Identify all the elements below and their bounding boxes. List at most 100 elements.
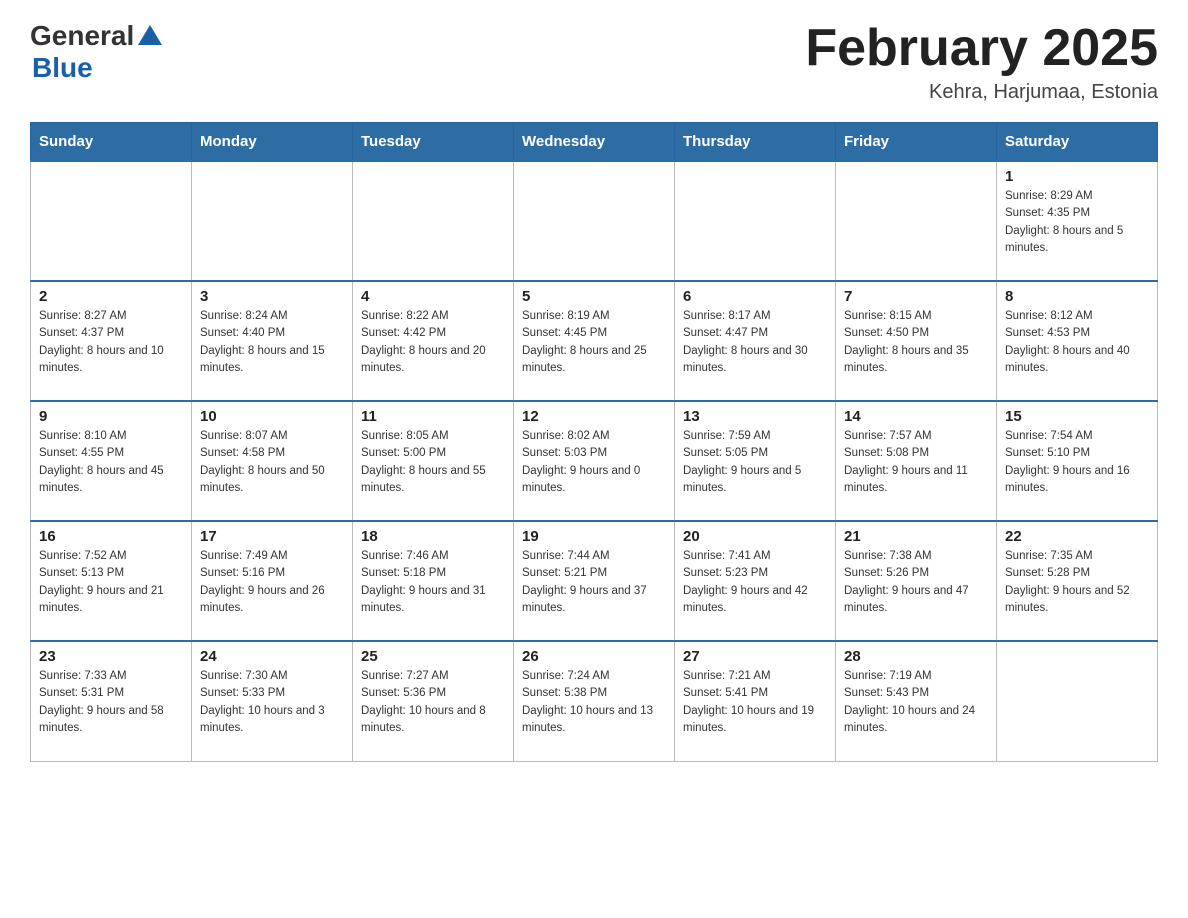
calendar-week-row: 16 Sunrise: 7:52 AMSunset: 5:13 PMDayligh… xyxy=(31,521,1158,641)
day-number: 6 xyxy=(683,288,827,305)
day-number: 22 xyxy=(1005,528,1149,545)
calendar-cell: 14 Sunrise: 7:57 AMSunset: 5:08 PMDayligh… xyxy=(836,401,997,521)
calendar-cell: 2 Sunrise: 8:27 AMSunset: 4:37 PMDaylight… xyxy=(31,281,192,401)
day-number: 12 xyxy=(522,408,666,425)
day-info: Sunrise: 7:59 AMSunset: 5:05 PMDaylight:… xyxy=(683,428,827,497)
day-number: 27 xyxy=(683,648,827,665)
calendar-week-row: 9 Sunrise: 8:10 AMSunset: 4:55 PMDaylight… xyxy=(31,401,1158,521)
day-info: Sunrise: 8:15 AMSunset: 4:50 PMDaylight:… xyxy=(844,308,988,377)
calendar-cell: 28 Sunrise: 7:19 AMSunset: 5:43 PMDayligh… xyxy=(836,641,997,761)
day-number: 10 xyxy=(200,408,344,425)
calendar-cell xyxy=(675,161,836,281)
day-number: 9 xyxy=(39,408,183,425)
calendar-cell: 21 Sunrise: 7:38 AMSunset: 5:26 PMDayligh… xyxy=(836,521,997,641)
day-number: 25 xyxy=(361,648,505,665)
day-info: Sunrise: 7:24 AMSunset: 5:38 PMDaylight:… xyxy=(522,668,666,737)
logo-blue-text: Blue xyxy=(32,52,93,84)
day-info: Sunrise: 7:52 AMSunset: 5:13 PMDaylight:… xyxy=(39,548,183,617)
day-number: 17 xyxy=(200,528,344,545)
weekday-header-wednesday: Wednesday xyxy=(514,123,675,162)
calendar-cell: 7 Sunrise: 8:15 AMSunset: 4:50 PMDaylight… xyxy=(836,281,997,401)
day-number: 8 xyxy=(1005,288,1149,305)
day-number: 5 xyxy=(522,288,666,305)
calendar-cell: 1 Sunrise: 8:29 AMSunset: 4:35 PMDaylight… xyxy=(997,161,1158,281)
day-number: 20 xyxy=(683,528,827,545)
day-number: 23 xyxy=(39,648,183,665)
day-info: Sunrise: 8:02 AMSunset: 5:03 PMDaylight:… xyxy=(522,428,666,497)
calendar-cell xyxy=(31,161,192,281)
day-info: Sunrise: 7:41 AMSunset: 5:23 PMDaylight:… xyxy=(683,548,827,617)
weekday-header-friday: Friday xyxy=(836,123,997,162)
day-info: Sunrise: 8:12 AMSunset: 4:53 PMDaylight:… xyxy=(1005,308,1149,377)
day-number: 16 xyxy=(39,528,183,545)
weekday-header-thursday: Thursday xyxy=(675,123,836,162)
day-info: Sunrise: 7:30 AMSunset: 5:33 PMDaylight:… xyxy=(200,668,344,737)
calendar-cell: 9 Sunrise: 8:10 AMSunset: 4:55 PMDaylight… xyxy=(31,401,192,521)
day-info: Sunrise: 7:19 AMSunset: 5:43 PMDaylight:… xyxy=(844,668,988,737)
calendar-cell: 13Sunrise: 7:59 AMSunset: 5:05 PMDayligh… xyxy=(675,401,836,521)
calendar-cell xyxy=(514,161,675,281)
calendar-cell: 16 Sunrise: 7:52 AMSunset: 5:13 PMDayligh… xyxy=(31,521,192,641)
day-info: Sunrise: 8:29 AMSunset: 4:35 PMDaylight:… xyxy=(1005,188,1149,257)
day-info: Sunrise: 8:17 AMSunset: 4:47 PMDaylight:… xyxy=(683,308,827,377)
calendar-cell: 3 Sunrise: 8:24 AMSunset: 4:40 PMDaylight… xyxy=(192,281,353,401)
calendar-table: SundayMondayTuesdayWednesdayThursdayFrid… xyxy=(30,122,1158,762)
location-subtitle: Kehra, Harjumaa, Estonia xyxy=(805,81,1158,104)
calendar-cell xyxy=(997,641,1158,761)
day-info: Sunrise: 7:49 AMSunset: 5:16 PMDaylight:… xyxy=(200,548,344,617)
calendar-cell: 27 Sunrise: 7:21 AMSunset: 5:41 PMDayligh… xyxy=(675,641,836,761)
calendar-week-row: 23 Sunrise: 7:33 AMSunset: 5:31 PMDayligh… xyxy=(31,641,1158,761)
day-number: 11 xyxy=(361,408,505,425)
calendar-cell: 18 Sunrise: 7:46 AMSunset: 5:18 PMDayligh… xyxy=(353,521,514,641)
logo-general-text: General xyxy=(30,20,134,52)
day-info: Sunrise: 8:27 AMSunset: 4:37 PMDaylight:… xyxy=(39,308,183,377)
day-info: Sunrise: 7:33 AMSunset: 5:31 PMDaylight:… xyxy=(39,668,183,737)
day-info: Sunrise: 7:46 AMSunset: 5:18 PMDaylight:… xyxy=(361,548,505,617)
calendar-cell: 8 Sunrise: 8:12 AMSunset: 4:53 PMDaylight… xyxy=(997,281,1158,401)
day-info: Sunrise: 7:27 AMSunset: 5:36 PMDaylight:… xyxy=(361,668,505,737)
day-number: 19 xyxy=(522,528,666,545)
month-title: February 2025 xyxy=(805,20,1158,77)
day-number: 15 xyxy=(1005,408,1149,425)
day-info: Sunrise: 8:07 AMSunset: 4:58 PMDaylight:… xyxy=(200,428,344,497)
day-info: Sunrise: 7:38 AMSunset: 5:26 PMDaylight:… xyxy=(844,548,988,617)
day-number: 21 xyxy=(844,528,988,545)
day-info: Sunrise: 7:21 AMSunset: 5:41 PMDaylight:… xyxy=(683,668,827,737)
day-info: Sunrise: 8:10 AMSunset: 4:55 PMDaylight:… xyxy=(39,428,183,497)
day-number: 24 xyxy=(200,648,344,665)
day-number: 1 xyxy=(1005,168,1149,185)
day-number: 4 xyxy=(361,288,505,305)
day-number: 2 xyxy=(39,288,183,305)
calendar-cell: 11 Sunrise: 8:05 AMSunset: 5:00 PMDayligh… xyxy=(353,401,514,521)
calendar-cell: 26Sunrise: 7:24 AMSunset: 5:38 PMDayligh… xyxy=(514,641,675,761)
day-number: 7 xyxy=(844,288,988,305)
calendar-cell: 24 Sunrise: 7:30 AMSunset: 5:33 PMDayligh… xyxy=(192,641,353,761)
day-info: Sunrise: 7:44 AMSunset: 5:21 PMDaylight:… xyxy=(522,548,666,617)
day-info: Sunrise: 7:57 AMSunset: 5:08 PMDaylight:… xyxy=(844,428,988,497)
calendar-cell: 15 Sunrise: 7:54 AMSunset: 5:10 PMDayligh… xyxy=(997,401,1158,521)
calendar-cell: 19 Sunrise: 7:44 AMSunset: 5:21 PMDayligh… xyxy=(514,521,675,641)
day-number: 18 xyxy=(361,528,505,545)
day-info: Sunrise: 8:24 AMSunset: 4:40 PMDaylight:… xyxy=(200,308,344,377)
calendar-cell xyxy=(192,161,353,281)
day-number: 28 xyxy=(844,648,988,665)
weekday-header-saturday: Saturday xyxy=(997,123,1158,162)
calendar-cell: 5Sunrise: 8:19 AMSunset: 4:45 PMDaylight… xyxy=(514,281,675,401)
calendar-cell: 17 Sunrise: 7:49 AMSunset: 5:16 PMDayligh… xyxy=(192,521,353,641)
calendar-cell: 12 Sunrise: 8:02 AMSunset: 5:03 PMDayligh… xyxy=(514,401,675,521)
day-info: Sunrise: 8:05 AMSunset: 5:00 PMDaylight:… xyxy=(361,428,505,497)
logo-triangle-icon xyxy=(136,23,164,47)
weekday-header-tuesday: Tuesday xyxy=(353,123,514,162)
logo: General Blue xyxy=(30,20,164,84)
day-info: Sunrise: 7:54 AMSunset: 5:10 PMDaylight:… xyxy=(1005,428,1149,497)
day-info: Sunrise: 7:35 AMSunset: 5:28 PMDaylight:… xyxy=(1005,548,1149,617)
title-section: February 2025 Kehra, Harjumaa, Estonia xyxy=(805,20,1158,104)
calendar-cell: 25 Sunrise: 7:27 AMSunset: 5:36 PMDayligh… xyxy=(353,641,514,761)
calendar-header-row: SundayMondayTuesdayWednesdayThursdayFrid… xyxy=(31,123,1158,162)
weekday-header-monday: Monday xyxy=(192,123,353,162)
page-header: General Blue February 2025 Kehra, Harjum… xyxy=(30,20,1158,104)
calendar-cell xyxy=(353,161,514,281)
day-number: 3 xyxy=(200,288,344,305)
calendar-week-row: 2 Sunrise: 8:27 AMSunset: 4:37 PMDaylight… xyxy=(31,281,1158,401)
day-number: 14 xyxy=(844,408,988,425)
